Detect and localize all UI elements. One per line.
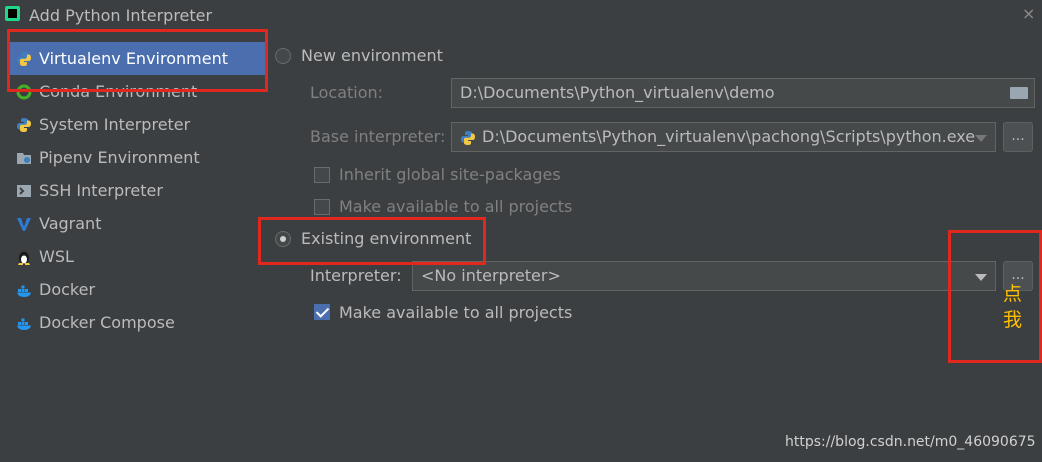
location-field[interactable]: D:\Documents\Python_virtualenv\demo xyxy=(451,78,1035,108)
interpreter-value: <No interpreter> xyxy=(421,266,561,285)
annotation-text-line1: 点 xyxy=(1003,283,1023,305)
annotation-box-browse xyxy=(948,230,1042,363)
annotation-box-virtualenv xyxy=(7,29,268,92)
interpreter-label: Interpreter: xyxy=(310,266,402,285)
close-icon[interactable]: × xyxy=(1022,4,1035,23)
docker-icon xyxy=(17,285,31,297)
sidebar-item-label: Pipenv Environment xyxy=(39,148,200,167)
sidebar-item-vagrant[interactable]: Vagrant xyxy=(10,207,265,240)
sidebar-item-label: Docker xyxy=(39,280,96,299)
pipenv-icon xyxy=(17,153,31,164)
sidebar-item-docker-compose[interactable]: Docker Compose xyxy=(10,306,265,339)
base-interpreter-browse-button[interactable]: ... xyxy=(1003,122,1033,152)
python-icon xyxy=(461,130,475,145)
base-interpreter-select[interactable]: D:\Documents\Python_virtualenv\pachong\S… xyxy=(451,122,996,152)
existing-env-make-available-checkbox[interactable] xyxy=(314,304,330,320)
vagrant-icon xyxy=(17,218,31,231)
title-bar: Add Python Interpreter × xyxy=(0,0,1042,30)
sidebar-item-ssh[interactable]: SSH Interpreter xyxy=(10,174,265,207)
pycharm-app-icon xyxy=(5,6,20,21)
sidebar-item-pipenv[interactable]: Pipenv Environment xyxy=(10,141,265,174)
folder-icon[interactable] xyxy=(1010,87,1028,99)
new-environment-radio[interactable] xyxy=(275,48,291,64)
sidebar-item-system[interactable]: System Interpreter xyxy=(10,108,265,141)
annotation-text: 点 我 xyxy=(1003,281,1022,333)
sidebar-item-label: Vagrant xyxy=(39,214,102,233)
annotation-text-line2: 我 xyxy=(1003,309,1023,331)
interpreter-select[interactable]: <No interpreter> xyxy=(412,261,996,291)
annotation-box-existing-environment xyxy=(258,217,486,265)
new-environment-label[interactable]: New environment xyxy=(301,46,443,65)
inherit-site-packages-checkbox[interactable] xyxy=(314,167,330,183)
sidebar-item-label: SSH Interpreter xyxy=(39,181,163,200)
chevron-down-icon xyxy=(975,135,987,142)
sidebar-item-wsl[interactable]: WSL xyxy=(10,240,265,273)
existing-env-make-available-label: Make available to all projects xyxy=(339,303,573,322)
base-interpreter-label: Base interpreter: xyxy=(310,127,446,146)
python-icon xyxy=(17,118,31,132)
sidebar-item-docker[interactable]: Docker xyxy=(10,273,265,306)
sidebar-item-label: System Interpreter xyxy=(39,115,191,134)
docker-icon xyxy=(17,318,31,330)
linux-penguin-icon xyxy=(18,251,30,265)
location-label: Location: xyxy=(310,83,384,102)
watermark: https://blog.csdn.net/m0_46090675 xyxy=(785,434,1036,450)
ssh-icon xyxy=(17,185,31,197)
base-interpreter-value: D:\Documents\Python_virtualenv\pachong\S… xyxy=(482,127,976,146)
sidebar-item-label: WSL xyxy=(39,247,74,266)
new-env-make-available-checkbox[interactable] xyxy=(314,199,330,215)
new-env-make-available-label: Make available to all projects xyxy=(339,197,573,216)
inherit-site-packages-label: Inherit global site-packages xyxy=(339,165,561,184)
location-value: D:\Documents\Python_virtualenv\demo xyxy=(460,83,775,102)
sidebar-item-label: Docker Compose xyxy=(39,313,175,332)
window-title: Add Python Interpreter xyxy=(29,6,213,25)
